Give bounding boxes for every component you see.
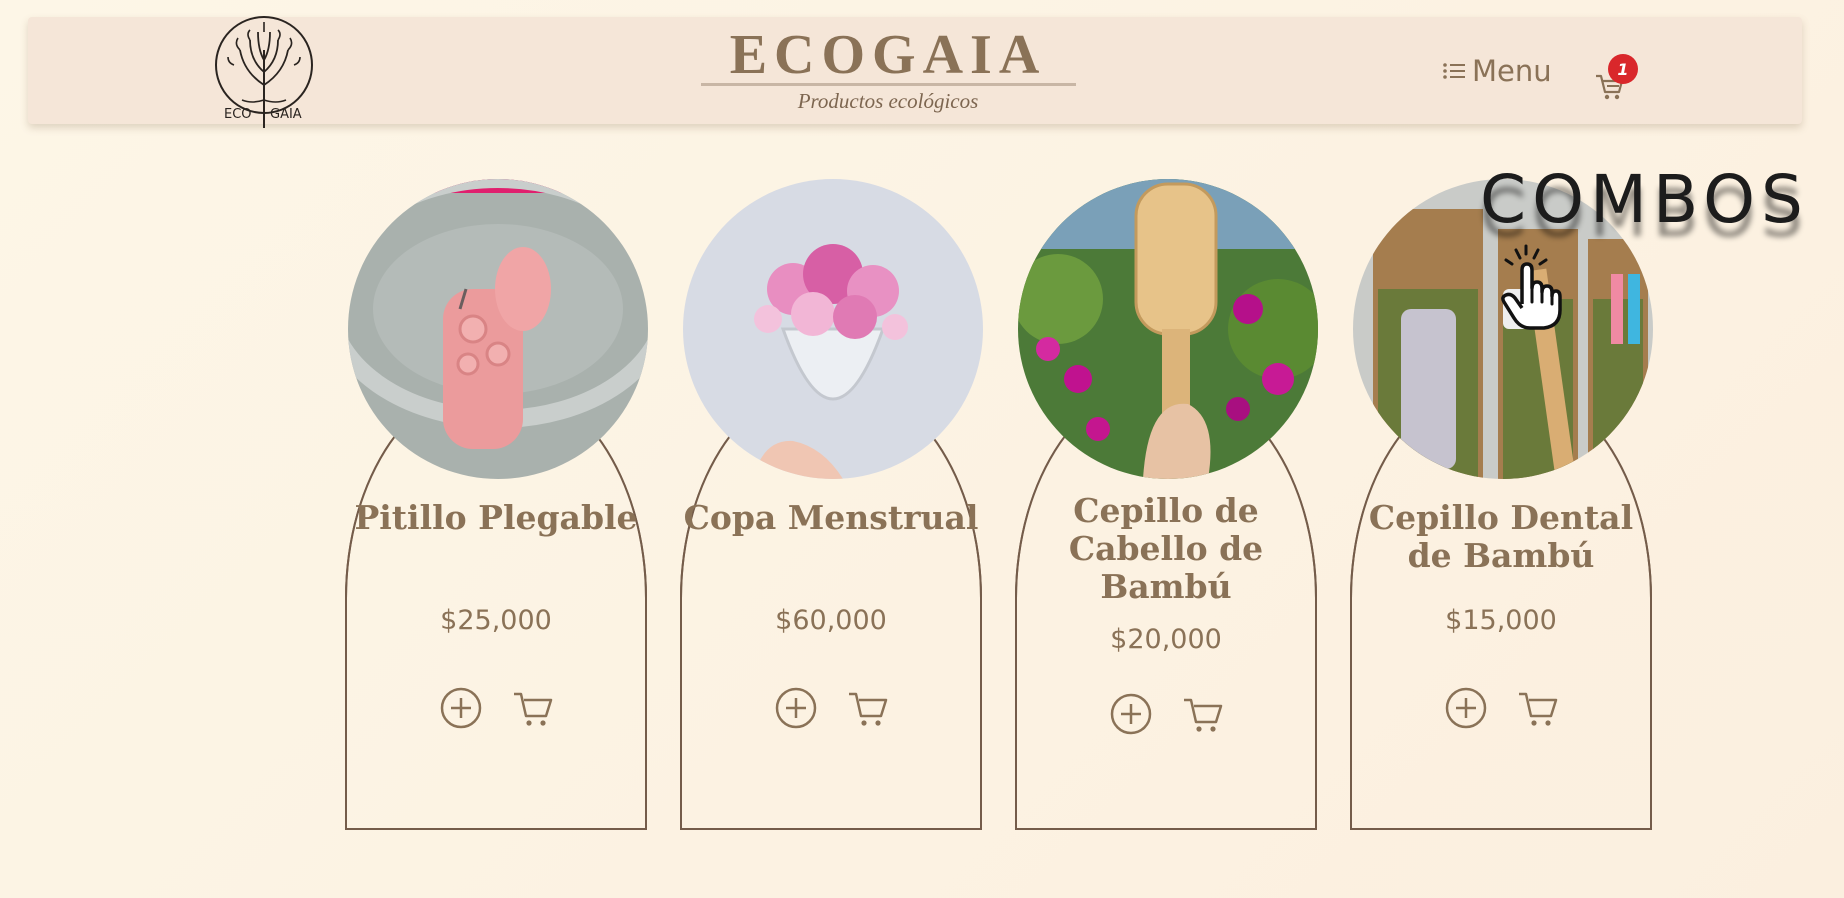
brand-subtitle: Productos ecológicos: [797, 89, 979, 113]
product-image[interactable]: [683, 179, 983, 479]
product-name[interactable]: Cepillo Dental de Bambú: [1350, 499, 1652, 575]
brand-title[interactable]: ECOGAIA: [700, 25, 1076, 85]
plus-circle-icon[interactable]: [1109, 692, 1153, 736]
product-name[interactable]: Copa Menstrual: [680, 499, 982, 537]
product-actions: [345, 686, 647, 730]
cart-icon[interactable]: [1516, 686, 1560, 730]
product-price: $15,000: [1445, 605, 1557, 636]
menu-button[interactable]: Menu: [1442, 52, 1552, 90]
ecogaia-logo[interactable]: ECO GAIA: [212, 10, 316, 130]
svg-text:ECO: ECO: [224, 107, 252, 122]
plus-circle-icon[interactable]: [774, 686, 818, 730]
plus-circle-icon[interactable]: [1444, 686, 1488, 730]
product-name[interactable]: Cepillo de Cabello de Bambú: [1015, 492, 1317, 606]
header-bar: ECO GAIA ECOGAIA Productos ecológicos Me…: [28, 16, 1802, 128]
cart-count-badge: 1: [1608, 54, 1638, 84]
product-image[interactable]: [348, 179, 648, 479]
tap-hand-icon[interactable]: [1498, 244, 1562, 330]
product-actions: [1350, 686, 1652, 730]
brand-divider: [701, 83, 1076, 86]
svg-text:GAIA: GAIA: [270, 107, 302, 122]
product-actions: [680, 686, 982, 730]
list-icon: [1443, 63, 1465, 79]
product-price: $20,000: [1110, 624, 1222, 655]
product-image[interactable]: [1018, 179, 1318, 479]
plus-circle-icon[interactable]: [439, 686, 483, 730]
product-price: $60,000: [775, 605, 887, 636]
cart-icon[interactable]: [1181, 692, 1225, 736]
product-name[interactable]: Pitillo Plegable: [345, 499, 647, 537]
product-actions: [1015, 692, 1317, 736]
cart-icon[interactable]: [511, 686, 555, 730]
menu-label: Menu: [1472, 54, 1552, 88]
cart-icon[interactable]: [846, 686, 890, 730]
product-price: $25,000: [440, 605, 552, 636]
combos-button[interactable]: COMBOS: [1480, 165, 1809, 235]
